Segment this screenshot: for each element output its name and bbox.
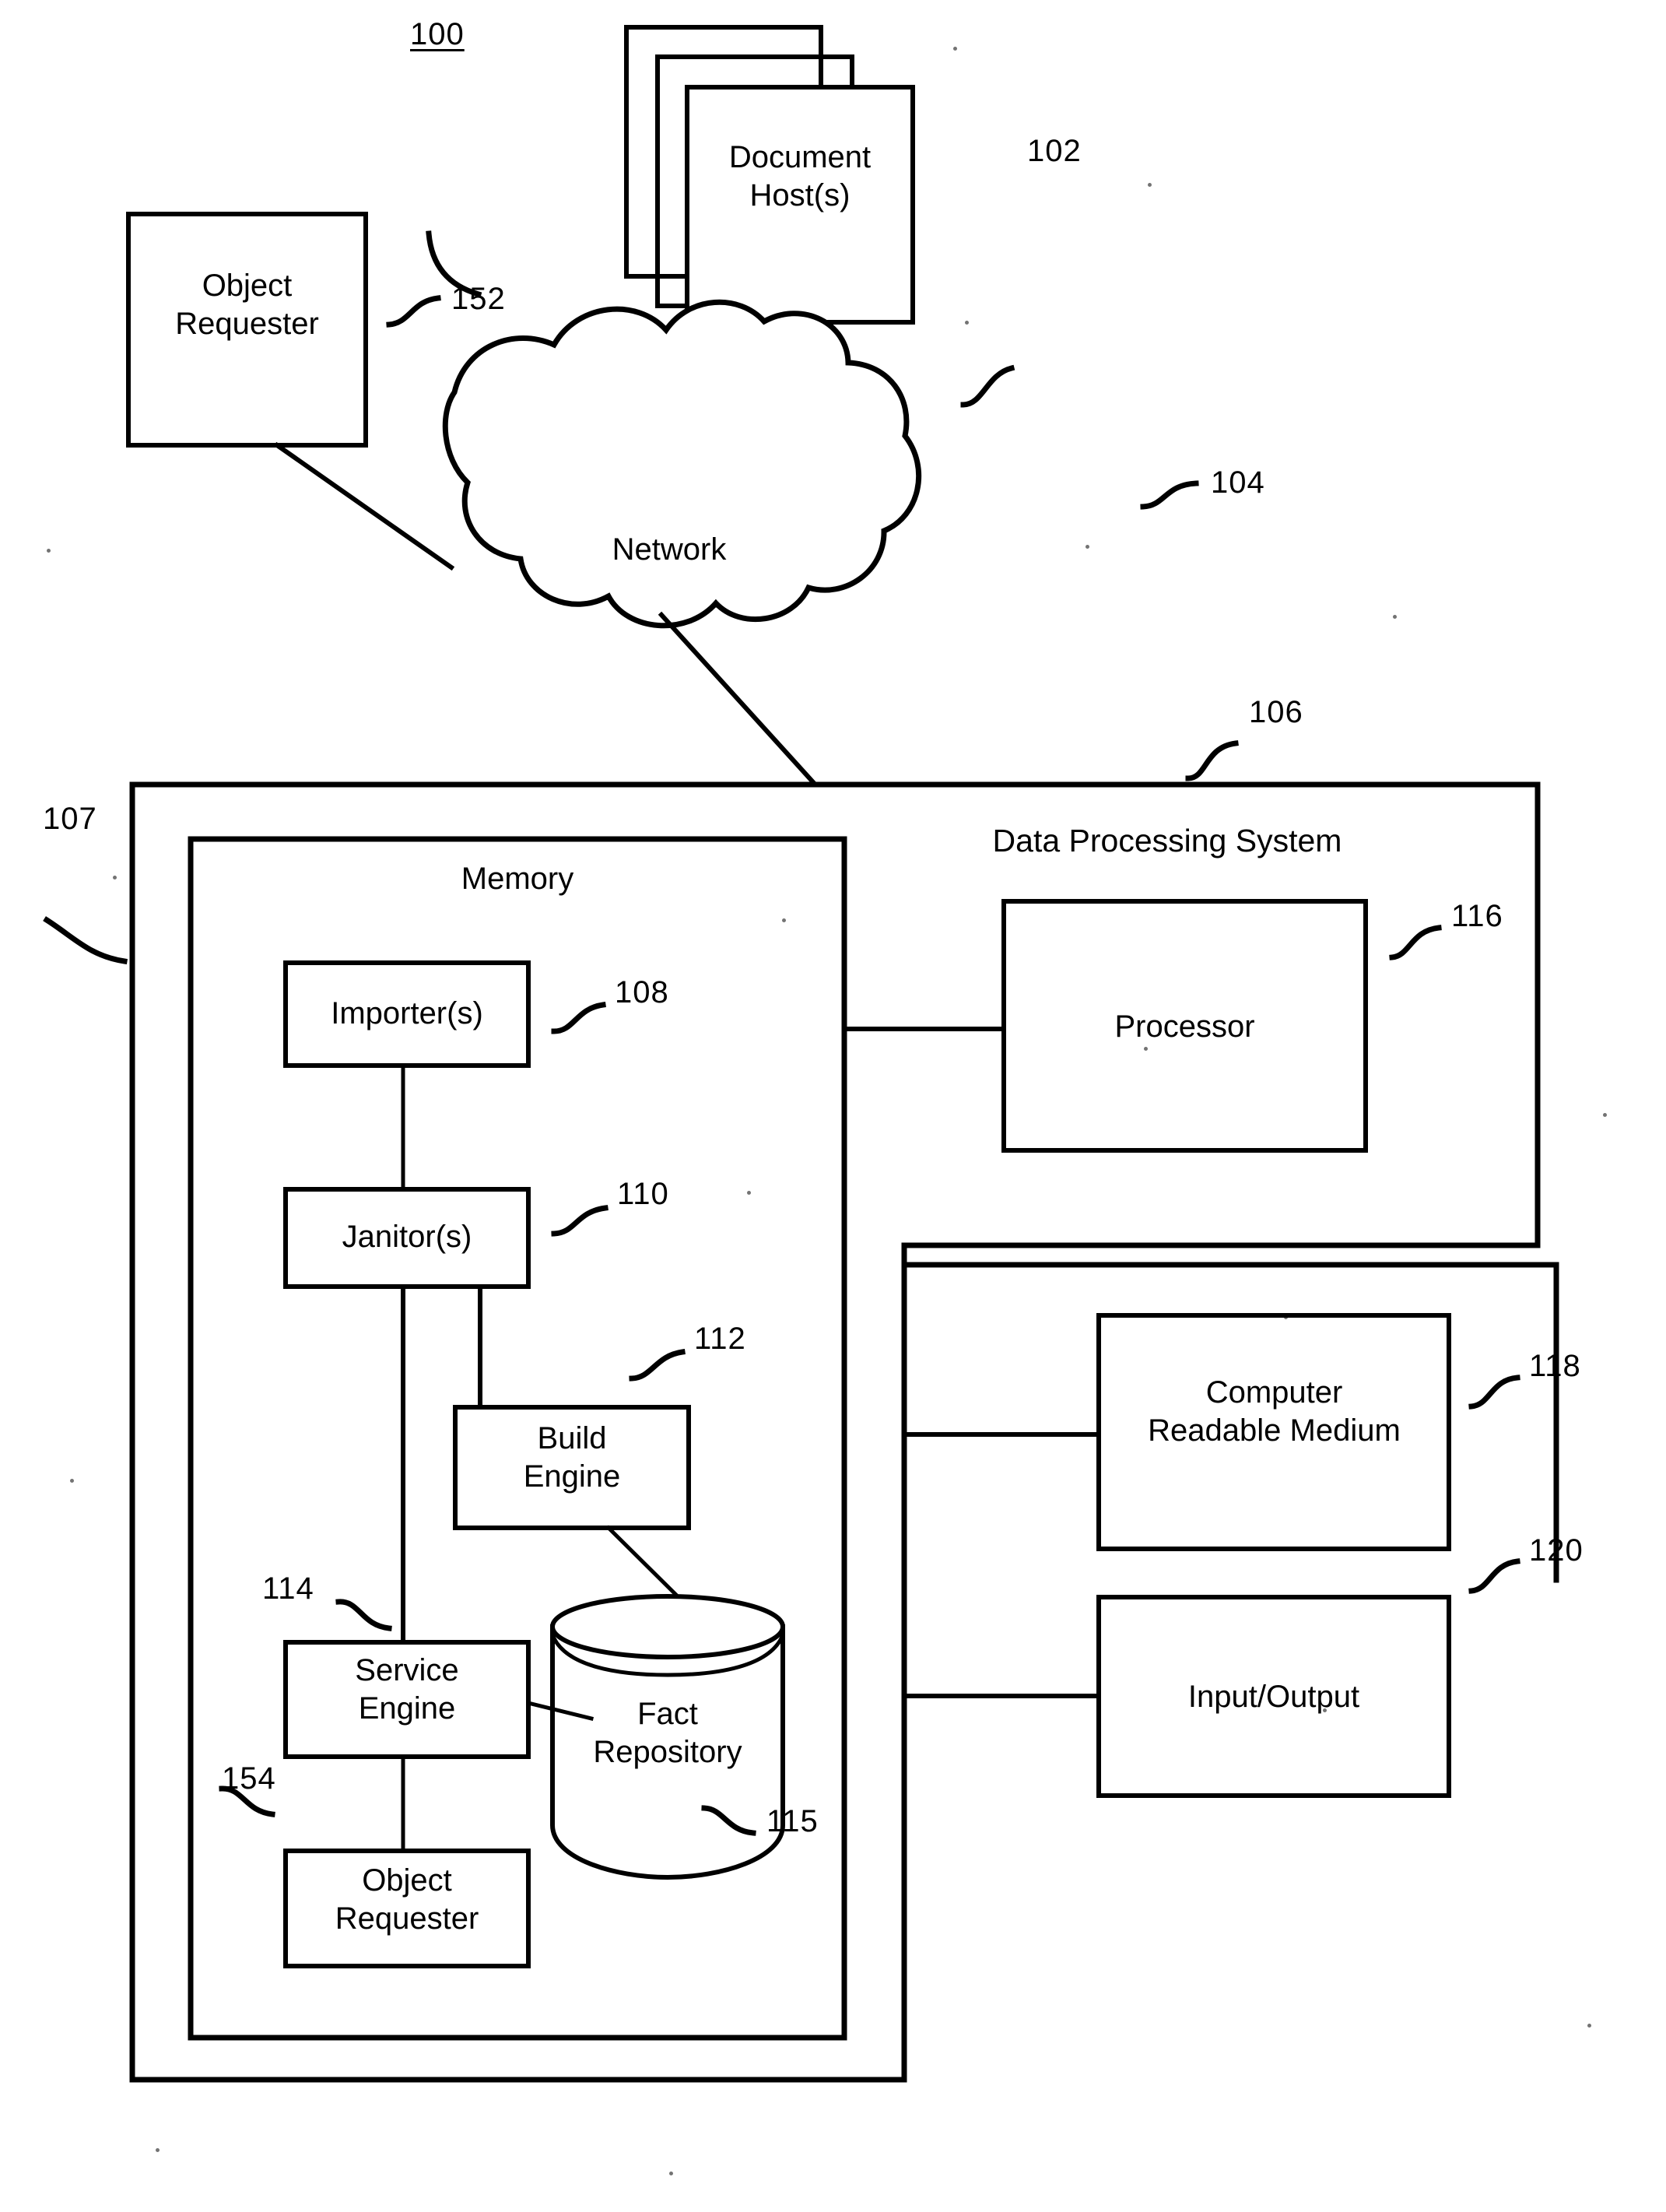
computer-readable-medium-box xyxy=(1096,1313,1451,1551)
leader-106 xyxy=(1185,740,1239,781)
object-requester-external-box xyxy=(126,212,368,448)
scan-speck xyxy=(47,549,51,553)
scan-speck xyxy=(782,918,786,922)
scan-speck xyxy=(953,47,957,51)
scan-speck xyxy=(70,1479,74,1483)
input-output-box xyxy=(1096,1595,1451,1798)
scan-speck xyxy=(1148,183,1152,187)
figure-linework xyxy=(43,25,1559,2083)
ref-numeral-115: 115 xyxy=(766,1804,819,1838)
scan-speck xyxy=(1284,1315,1288,1319)
scan-speck xyxy=(1587,2024,1591,2028)
link-requester-network xyxy=(273,441,455,571)
scan-speck xyxy=(669,2172,673,2175)
ref-numeral-108: 108 xyxy=(615,975,669,1009)
leader-152 xyxy=(386,295,441,328)
service-engine-box xyxy=(283,1640,531,1759)
scan-speck xyxy=(113,876,117,880)
scan-speck xyxy=(1144,1047,1148,1051)
processor-box xyxy=(1001,899,1368,1153)
scan-speck xyxy=(156,2148,160,2152)
ref-numeral-152: 152 xyxy=(451,282,506,316)
leader-104 xyxy=(1140,480,1199,510)
scan-speck xyxy=(747,1191,751,1195)
document-hosts-front-sheet xyxy=(685,85,915,325)
leader-107 xyxy=(43,916,128,964)
janitors-box xyxy=(283,1187,531,1289)
ref-numeral-100: 100 xyxy=(410,17,465,51)
link-network-dps xyxy=(658,611,817,786)
ref-numeral-154: 154 xyxy=(222,1761,276,1796)
scan-speck xyxy=(1603,1113,1607,1117)
patent-figure: Document Host(s) Object Requester Networ… xyxy=(0,0,1666,2212)
leader-120 xyxy=(1468,1558,1520,1594)
ref-numeral-118: 118 xyxy=(1529,1349,1581,1383)
ref-numeral-116: 116 xyxy=(1451,899,1503,933)
ref-numeral-104: 104 xyxy=(1211,465,1265,500)
object-requester-internal-box xyxy=(283,1849,531,1968)
ref-numeral-102: 102 xyxy=(1027,134,1082,168)
scan-speck xyxy=(965,321,969,325)
build-engine-box xyxy=(453,1405,691,1530)
ref-numeral-114: 114 xyxy=(262,1571,314,1606)
scan-speck xyxy=(1393,615,1397,619)
leader-102 xyxy=(960,364,1015,408)
ref-numeral-107: 107 xyxy=(43,802,97,836)
importers-box xyxy=(283,960,531,1068)
ref-numeral-110: 110 xyxy=(617,1177,669,1211)
ref-numeral-112: 112 xyxy=(694,1322,746,1356)
ref-numeral-120: 120 xyxy=(1529,1533,1584,1568)
leader-118 xyxy=(1468,1375,1520,1410)
scan-speck xyxy=(1323,1708,1327,1712)
network-cloud-outline xyxy=(442,299,922,629)
scan-speck xyxy=(1086,545,1089,549)
fact-repository-top-ellipse xyxy=(550,1594,785,1659)
ref-numeral-106: 106 xyxy=(1249,695,1303,729)
